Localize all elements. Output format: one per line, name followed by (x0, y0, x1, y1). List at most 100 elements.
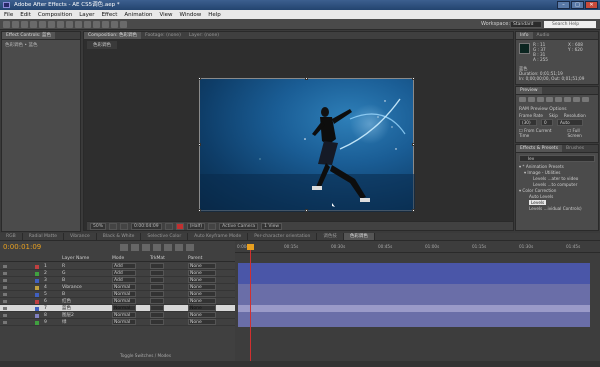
layer-row[interactable]: 3 B Add None (0, 277, 235, 284)
brainstorm-icon[interactable] (175, 244, 183, 251)
mask-tool-icon[interactable] (57, 21, 64, 28)
search-help-input[interactable]: Search Help (544, 21, 596, 28)
label-color-swatch[interactable] (35, 293, 39, 297)
layer-parent-select[interactable]: None (188, 284, 216, 290)
layer-parent-select[interactable]: None (188, 298, 216, 304)
menu-window[interactable]: Window (180, 12, 202, 18)
pen-tool-icon[interactable] (66, 21, 73, 28)
comp-mini-flowchart-icon[interactable] (120, 244, 128, 251)
layer-name[interactable]: 红色 (62, 298, 71, 305)
layer-row[interactable]: 4 Vibrance Normal None (0, 284, 235, 291)
minimize-button[interactable]: – (557, 1, 570, 9)
zoom-select[interactable]: 50% (90, 222, 107, 230)
region-of-interest-icon[interactable] (208, 222, 217, 230)
tab-timeline-tiaoseji[interactable]: 调色技 (317, 233, 344, 240)
tree-levels-selected[interactable]: Levels (529, 200, 547, 205)
label-color-swatch[interactable] (35, 321, 39, 325)
layer-parent-select[interactable]: None (188, 312, 216, 318)
layer-trkmat-select[interactable] (150, 263, 164, 269)
draft-3d-icon[interactable] (131, 244, 139, 251)
layer-trkmat-select[interactable] (150, 277, 164, 283)
layer-mode-select[interactable]: Normal (112, 319, 136, 325)
visibility-eye-icon[interactable] (3, 307, 7, 310)
label-color-swatch[interactable] (35, 314, 39, 318)
time-ruler[interactable]: 0:00s 00:15s 00:30s 00:45s 01:00s 01:15s 01:30… (235, 243, 600, 253)
play-icon[interactable] (537, 97, 544, 102)
tab-timeline-radial-matte[interactable]: Radial Matte (23, 233, 64, 240)
transform-handle[interactable] (198, 77, 201, 80)
transform-handle[interactable] (198, 209, 201, 212)
ram-preview-icon[interactable] (582, 97, 589, 102)
layer-row[interactable]: 2 G Add None (0, 270, 235, 277)
label-color-swatch[interactable] (35, 300, 39, 304)
tab-preview[interactable]: Preview (516, 87, 542, 94)
workspace-select[interactable]: Standard (510, 21, 542, 28)
layer-name[interactable]: G (62, 270, 66, 277)
audio-icon[interactable] (564, 97, 571, 102)
zoom-tool-icon[interactable] (21, 21, 28, 28)
visibility-eye-icon[interactable] (3, 265, 7, 268)
timeline-current-time[interactable]: 0:00:01:09 (3, 243, 41, 251)
effects-search-input[interactable]: lev (519, 155, 595, 162)
menu-composition[interactable]: Composition (38, 12, 72, 18)
layer-name[interactable]: Vibrance (62, 284, 82, 291)
layer-trkmat-select[interactable] (150, 284, 164, 290)
first-frame-icon[interactable] (519, 97, 526, 102)
layer-mode-select[interactable]: Add (112, 277, 136, 283)
layer-parent-select[interactable]: None (188, 270, 216, 276)
layer-trkmat-select[interactable] (150, 298, 164, 304)
frame-rate-select[interactable]: (30) (519, 119, 537, 126)
layer-row[interactable]: 8 图层2 Normal None (0, 312, 235, 319)
layer-mode-select[interactable]: Normal (112, 298, 136, 304)
visibility-eye-icon[interactable] (3, 286, 7, 289)
layer-trkmat-select[interactable] (150, 312, 164, 318)
selection-tool-icon[interactable] (3, 21, 10, 28)
snapshot-icon[interactable] (164, 222, 173, 230)
label-color-swatch[interactable] (35, 307, 39, 311)
column-layer-name[interactable]: Layer Name (62, 255, 89, 262)
maximize-button[interactable]: □ (571, 1, 584, 9)
layer-name[interactable]: B (62, 291, 65, 298)
layer-mode-select[interactable]: Normal (112, 284, 136, 290)
menu-view[interactable]: View (159, 12, 172, 18)
motion-blur-icon[interactable] (164, 244, 172, 251)
column-mode[interactable]: Mode (112, 255, 124, 262)
visibility-eye-icon[interactable] (3, 321, 7, 324)
playhead-line[interactable] (250, 247, 251, 361)
skip-select[interactable]: 0 (541, 119, 553, 126)
comp-name-label[interactable]: 色彩调色 (87, 41, 117, 49)
resolution-select[interactable]: (Half) (186, 222, 206, 230)
puppet-tool-icon[interactable] (120, 21, 127, 28)
tab-effect-controls[interactable]: Effect Controls: 蓝色 (2, 32, 55, 39)
hand-tool-icon[interactable] (12, 21, 19, 28)
tab-timeline-vibrance[interactable]: Vibrance (64, 233, 97, 240)
composition-viewer[interactable] (198, 77, 415, 212)
channel-icon[interactable] (175, 222, 184, 230)
transform-handle[interactable] (412, 209, 415, 212)
text-tool-icon[interactable] (75, 21, 82, 28)
menu-file[interactable]: File (4, 12, 13, 18)
close-button[interactable]: ✕ (585, 1, 598, 9)
view-layout-select[interactable]: 1 View (261, 222, 283, 230)
tab-effects-presets[interactable]: Effects & Presets (516, 145, 563, 152)
tab-composition[interactable]: Composition: 色彩调色 (84, 32, 142, 39)
visibility-eye-icon[interactable] (3, 314, 7, 317)
ram-preview-options[interactable]: RAM Preview Options (516, 106, 598, 113)
layer-parent-select[interactable]: None (188, 319, 216, 325)
from-current-time-checkbox[interactable]: ☐ From Current Time (519, 128, 562, 138)
label-color-swatch[interactable] (35, 286, 39, 290)
layer-name[interactable]: R (62, 263, 65, 270)
label-color-swatch[interactable] (35, 265, 39, 269)
pan-behind-tool-icon[interactable] (48, 21, 55, 28)
layer-trkmat-select[interactable] (150, 319, 164, 325)
visibility-eye-icon[interactable] (3, 272, 7, 275)
layer-mode-select[interactable]: Normal (112, 305, 136, 311)
transform-handle[interactable] (198, 143, 201, 146)
camera-select[interactable]: Active Camera (219, 222, 259, 230)
tab-timeline-auto-keyframe[interactable]: Auto Keyframe Mode (188, 233, 249, 240)
label-color-swatch[interactable] (35, 279, 39, 283)
layer-row[interactable]: 5 B Normal None (0, 291, 235, 298)
visibility-eye-icon[interactable] (3, 293, 7, 296)
previous-frame-icon[interactable] (528, 97, 535, 102)
tab-timeline-per-character[interactable]: Per-character orientation (248, 233, 318, 240)
